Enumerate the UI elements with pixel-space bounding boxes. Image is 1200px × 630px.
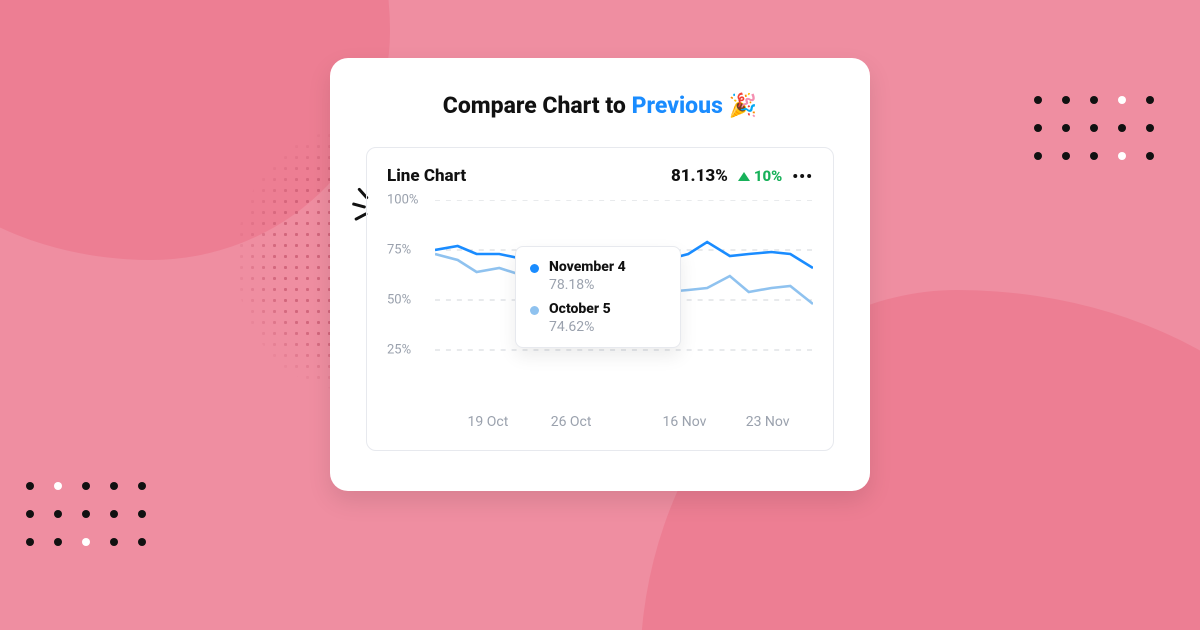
tooltip-label: October 5 xyxy=(549,301,611,317)
y-tick-label: 75% xyxy=(387,243,435,258)
y-tick-label: 50% xyxy=(387,293,435,308)
plot-area[interactable]: November 4 78.18% October 5 74.62% xyxy=(435,200,813,400)
x-tick-label: 19 Oct xyxy=(468,414,509,430)
chart: 100%75%50%25% November 4 78.18% Oc xyxy=(387,200,813,430)
more-menu-button[interactable]: ••• xyxy=(792,167,813,186)
x-tick-label: 26 Oct xyxy=(551,414,592,430)
feature-card: Compare Chart to Previous 🎉 Line Chart 8… xyxy=(330,58,870,491)
x-axis: 19 Oct 26 Oct 16 Nov 23 Nov xyxy=(435,408,813,430)
party-emoji-icon: 🎉 xyxy=(729,92,758,119)
card-title: Compare Chart to Previous 🎉 xyxy=(366,92,834,119)
series-dot-icon xyxy=(530,264,539,273)
y-tick-label: 25% xyxy=(387,343,435,358)
title-pre: Compare Chart to xyxy=(443,92,632,119)
tooltip-row: October 5 74.62% xyxy=(530,301,666,335)
delta-value: 10% xyxy=(754,167,782,185)
y-axis: 100%75%50%25% xyxy=(387,200,435,400)
tooltip-row: November 4 78.18% xyxy=(530,259,666,293)
chart-panel-header: Line Chart 81.13% 10% ••• xyxy=(387,166,813,186)
x-tick-label: 16 Nov xyxy=(663,414,707,430)
dot-grid-decor xyxy=(1034,96,1154,160)
up-triangle-icon xyxy=(738,172,750,181)
tooltip-value: 78.18% xyxy=(549,277,626,293)
title-accent: Previous xyxy=(632,92,723,119)
tooltip-value: 74.62% xyxy=(549,319,611,335)
chart-tooltip: November 4 78.18% October 5 74.62% xyxy=(515,246,681,348)
chart-headline-value: 81.13% xyxy=(671,166,728,186)
series-dot-icon xyxy=(530,306,539,315)
chart-delta: 10% xyxy=(738,167,782,185)
y-tick-label: 100% xyxy=(387,193,435,208)
x-tick-label: 23 Nov xyxy=(746,414,790,430)
dot-grid-decor xyxy=(26,482,146,546)
chart-panel: Line Chart 81.13% 10% ••• 100%75%50%25% … xyxy=(366,147,834,451)
tooltip-label: November 4 xyxy=(549,259,626,275)
chart-name: Line Chart xyxy=(387,166,466,186)
